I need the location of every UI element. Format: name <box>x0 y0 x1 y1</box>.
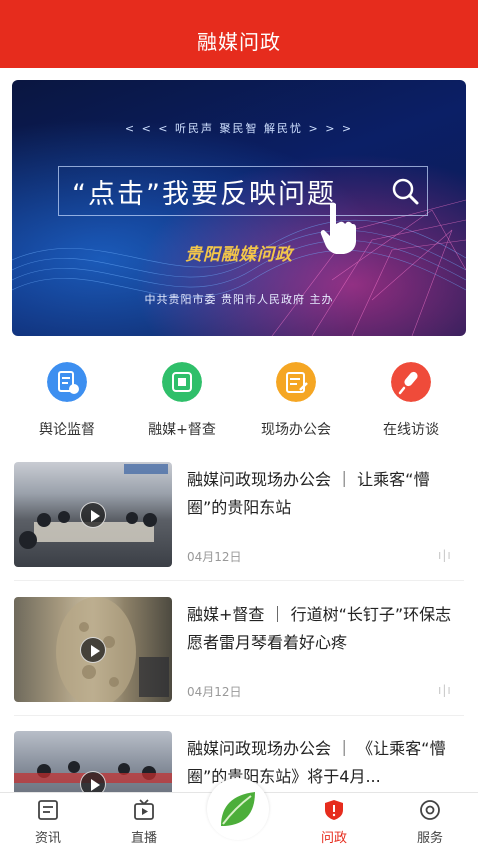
entry-public-opinion[interactable]: 舆论监督 <box>9 356 125 446</box>
entry-onsite-meeting[interactable]: 现场办公会 <box>238 356 354 446</box>
divider <box>14 715 464 716</box>
entry-label: 融媒+督查 <box>148 422 216 438</box>
center-home-button[interactable] <box>207 778 269 840</box>
play-icon <box>80 637 106 663</box>
entry-label: 舆论监督 <box>39 422 95 438</box>
news-thumbnail <box>14 597 172 702</box>
news-item[interactable]: 融媒+督查 ｜ 行道树“长钉子”环保志愿者雷月琴看着好心疼 04月12日 ı|ı <box>0 597 478 716</box>
entry-online-interview[interactable]: 在线访谈 <box>353 356 469 446</box>
news-date: 04月12日 <box>187 550 242 564</box>
tab-live[interactable]: 直播 <box>96 793 192 850</box>
tab-service[interactable]: 服务 <box>382 793 478 850</box>
interview-icon <box>391 362 431 402</box>
tab-label: 问政 <box>320 831 347 846</box>
shield-icon <box>325 800 343 820</box>
divider <box>14 580 464 581</box>
app-header: 融媒问政 <box>0 0 478 68</box>
quick-entry-bar: 舆论监督 融媒+督查 现场办公会 在线访谈 <box>0 356 478 446</box>
tab-news[interactable]: 资讯 <box>0 793 96 850</box>
more-options-icon[interactable]: ı|ı <box>438 548 452 562</box>
entry-label: 在线访谈 <box>383 422 439 438</box>
news-title: 融媒+督查 ｜ 行道树“长钉子”环保志愿者雷月琴看着好心疼 <box>187 605 452 652</box>
inspection-icon <box>162 362 202 402</box>
play-icon <box>80 502 106 528</box>
tab-label: 资讯 <box>34 831 61 846</box>
report-issue-text: “点击”我要反映问题 <box>72 179 336 210</box>
page-title: 融媒问政 <box>197 30 281 54</box>
live-tv-icon <box>134 799 154 820</box>
entry-media-inspection[interactable]: 融媒+督查 <box>124 356 240 446</box>
tab-label: 服务 <box>416 831 443 846</box>
banner-logo: 贵阳融媒问政 <box>185 245 293 265</box>
entry-label: 现场办公会 <box>261 422 331 438</box>
news-date: 04月12日 <box>187 685 242 699</box>
document-icon <box>47 362 87 402</box>
tab-label: 直播 <box>130 831 157 846</box>
leaf-icon <box>221 792 255 826</box>
more-options-icon[interactable]: ı|ı <box>438 683 452 697</box>
service-icon <box>420 800 440 820</box>
meeting-icon <box>276 362 316 402</box>
news-title: 融媒问政现场办公会 ｜ 让乘客“懵圈”的贵阳东站 <box>187 470 430 517</box>
banner-slogan: < < < 听民声 聚民智 解民忧 > > > <box>124 122 354 135</box>
news-icon <box>38 800 58 820</box>
report-issue-banner[interactable]: < < < 听民声 聚民智 解民忧 > > > “点击”我要反映问题 贵阳融媒问… <box>12 80 466 336</box>
tab-inquiry[interactable]: 问政 <box>286 793 382 850</box>
banner-sponsor: 中共贵阳市委 贵阳市人民政府 主办 <box>144 293 334 306</box>
news-item[interactable]: 融媒问政现场办公会 ｜ 让乘客“懵圈”的贵阳东站 04月12日 ı|ı <box>0 462 478 581</box>
news-thumbnail <box>14 462 172 567</box>
magnifier-icon <box>392 178 419 205</box>
